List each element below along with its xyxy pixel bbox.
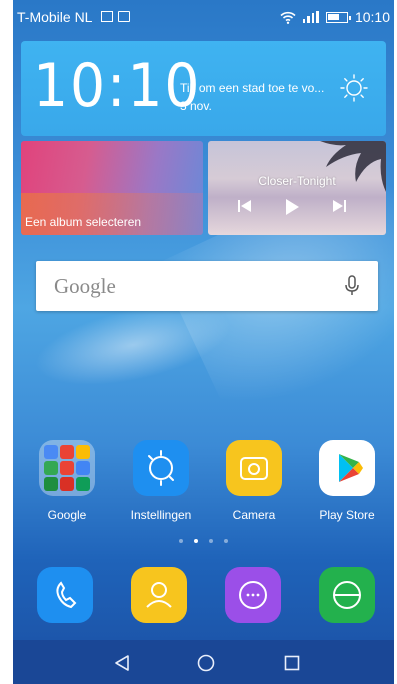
palm-tree-image: [320, 141, 386, 192]
contacts-icon[interactable]: [131, 567, 187, 623]
page-dot-active: [194, 539, 198, 543]
browser-icon[interactable]: [319, 567, 375, 623]
clock-weather-widget[interactable]: 10:10 Tik om een stad toe te vo... 3 nov…: [21, 41, 386, 136]
app-label: Play Store: [319, 508, 375, 522]
track-title: Closer-Tonight: [258, 174, 336, 188]
navigation-bar: [13, 640, 394, 684]
add-city-prompt[interactable]: Tik om een stad toe te vo...: [180, 81, 324, 95]
home-icon[interactable]: [195, 652, 217, 674]
play-icon[interactable]: [285, 199, 299, 215]
clock-time: 10:10: [33, 51, 202, 121]
next-icon[interactable]: [332, 199, 346, 213]
settings-icon: [133, 440, 189, 496]
wifi-icon: [280, 11, 296, 24]
page-indicator: [13, 539, 394, 543]
app-label: Instellingen: [130, 508, 192, 522]
camera-icon: [226, 440, 282, 496]
app-instellingen[interactable]: Instellingen: [121, 440, 201, 522]
status-bar: T-Mobile NL 10:10: [13, 0, 394, 34]
messages-icon[interactable]: [225, 567, 281, 623]
image-icon: [101, 11, 113, 22]
google-logo: Google: [54, 274, 116, 298]
signal-icon: [302, 11, 319, 23]
back-icon[interactable]: [111, 652, 133, 674]
recents-icon[interactable]: [281, 652, 303, 674]
app-camera[interactable]: Camera: [214, 440, 294, 522]
play-store-icon: [319, 440, 375, 496]
app-play-store[interactable]: Play Store: [307, 440, 387, 522]
battery-icon: [325, 11, 351, 23]
phone-icon[interactable]: [37, 567, 93, 623]
keyboard-icon: [118, 11, 130, 22]
google-folder-icon: [39, 440, 95, 496]
sun-icon: [340, 74, 368, 102]
select-album-label: Een album selecteren: [25, 215, 142, 229]
page-dot: [209, 539, 213, 543]
music-widget[interactable]: Closer-Tonight: [208, 141, 386, 235]
status-time: 10:10: [354, 9, 390, 25]
app-label: Camera: [232, 508, 276, 522]
clock-date: 3 nov.: [180, 99, 212, 113]
google-search-bar[interactable]: Google: [36, 261, 378, 311]
home-screen: T-Mobile NL 10:10 10:10 Tik om een stad …: [13, 0, 394, 684]
app-google-folder[interactable]: Google: [27, 440, 107, 522]
carrier-label: T-Mobile NL: [17, 9, 93, 25]
page-dot: [179, 539, 183, 543]
album-widget[interactable]: Een album selecteren: [21, 141, 203, 235]
previous-icon[interactable]: [238, 199, 252, 213]
mic-icon[interactable]: [344, 275, 360, 297]
app-label: Google: [47, 508, 87, 522]
page-dot: [224, 539, 228, 543]
